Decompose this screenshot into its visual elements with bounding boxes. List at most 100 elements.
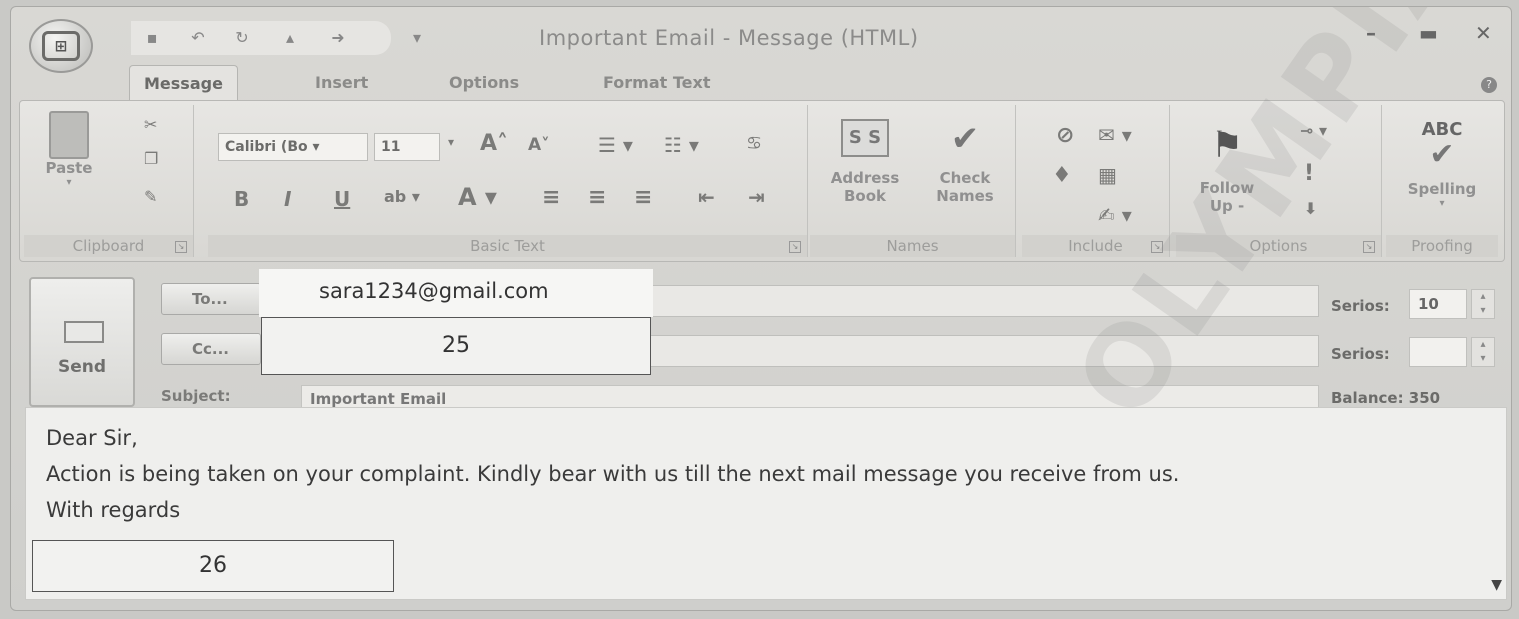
series-label-2: Serios:: [1331, 345, 1390, 363]
balance-label: Balance: 350: [1331, 389, 1441, 407]
calendar-icon[interactable]: ▦: [1098, 163, 1117, 187]
names-group: S S Address Book ✔ Check Names Names: [810, 105, 1016, 257]
copy-icon[interactable]: ❐: [144, 149, 158, 168]
font-size-value: 11: [381, 139, 401, 155]
previous-icon[interactable]: ▴: [279, 28, 301, 48]
flag-icon: ⚑: [1210, 125, 1244, 166]
series-box-2[interactable]: [1409, 337, 1467, 367]
bold-button[interactable]: B: [234, 187, 249, 211]
highlight-icon[interactable]: ab ▾: [384, 187, 420, 206]
help-icon[interactable]: ?: [1481, 77, 1497, 93]
clipboard-launcher-icon[interactable]: ↘: [175, 241, 187, 253]
address-book-icon: S S: [841, 119, 889, 157]
paste-button[interactable]: Paste ▾: [34, 111, 104, 188]
basic-text-label-text: Basic Text: [470, 237, 545, 255]
names-label-text: Names: [886, 237, 939, 255]
message-window: ⊞ ▪ ↶ ↻ ▴ ➜ ▾ Important Email - Message …: [10, 6, 1512, 611]
align-center-icon[interactable]: ≡: [588, 185, 606, 210]
tab-options[interactable]: Options: [435, 65, 533, 101]
cut-icon[interactable]: ✂: [144, 115, 157, 134]
cc-answer-box[interactable]: 25: [261, 317, 651, 375]
decrease-indent-icon[interactable]: ⇤: [698, 185, 715, 209]
font-size-dropdown-icon[interactable]: ▾: [448, 135, 454, 149]
undo-icon[interactable]: ↶: [187, 28, 209, 48]
tab-format-text[interactable]: Format Text: [589, 65, 724, 101]
maximize-button[interactable]: ▬: [1419, 21, 1438, 45]
chevron-down-icon: ▾: [66, 177, 72, 188]
signature-icon[interactable]: ✍ ▾: [1098, 203, 1132, 227]
address-book-label-1: Address: [830, 169, 900, 187]
follow-up-label-2: Up -: [1209, 197, 1245, 215]
permission-icon[interactable]: ⊸ ▾: [1300, 121, 1327, 140]
series-spinner-1[interactable]: ▴ ▾: [1471, 289, 1495, 319]
basic-text-launcher-icon[interactable]: ↘: [789, 241, 801, 253]
follow-up-button[interactable]: ⚑ Follow Up -: [1182, 125, 1272, 215]
options-group-label: Options: [1176, 235, 1381, 257]
series-spinner-2[interactable]: ▴ ▾: [1471, 337, 1495, 367]
series-box-1[interactable]: 10: [1409, 289, 1467, 319]
include-launcher-icon[interactable]: ↘: [1151, 241, 1163, 253]
spelling-label: Spelling: [1407, 180, 1477, 198]
basic-text-group-label: Basic Text: [208, 235, 807, 257]
send-button[interactable]: Send: [29, 277, 135, 407]
follow-up-label-1: Follow: [1199, 179, 1255, 197]
format-painter-icon[interactable]: ✎: [144, 187, 157, 206]
options-launcher-icon[interactable]: ↘: [1363, 241, 1375, 253]
to-button[interactable]: To...: [161, 283, 261, 315]
high-importance-icon[interactable]: !: [1304, 161, 1314, 186]
office-button[interactable]: ⊞: [29, 19, 93, 73]
align-right-icon[interactable]: ≡: [634, 185, 652, 210]
attach-item-icon[interactable]: ✉ ▾: [1098, 123, 1132, 147]
include-group-label: Include: [1022, 235, 1169, 257]
tab-insert[interactable]: Insert: [301, 65, 382, 101]
send-label: Send: [57, 357, 107, 377]
ribbon: Paste ▾ ✂ ❐ ✎ Clipboard ↘ Calibri (Bo ▾ …: [19, 100, 1505, 262]
underline-button[interactable]: U: [334, 187, 350, 211]
clipboard-icon: [49, 111, 89, 159]
customize-qat-icon[interactable]: ▾: [406, 28, 428, 48]
redo-icon[interactable]: ↻: [231, 28, 253, 48]
clear-formatting-icon[interactable]: ♋: [746, 133, 762, 154]
font-color-icon[interactable]: A ▾: [458, 183, 497, 211]
message-body[interactable]: Dear Sir, Action is being taken on your …: [25, 407, 1507, 600]
clipboard-label-text: Clipboard: [72, 237, 145, 255]
business-card-icon[interactable]: ♦: [1052, 163, 1072, 188]
bullets-icon[interactable]: ☰ ▾: [598, 133, 633, 157]
tab-message[interactable]: Message: [129, 65, 238, 101]
address-book-button[interactable]: S S Address Book: [820, 119, 910, 205]
send-envelope-icon: [64, 321, 104, 343]
quick-access-toolbar: ▪ ↶ ↻ ▴ ➜: [131, 21, 391, 55]
spelling-button[interactable]: ABC ✔ Spelling ▾: [1392, 119, 1492, 209]
include-label-text: Include: [1068, 237, 1123, 255]
save-icon[interactable]: ▪: [141, 28, 163, 48]
to-value: sara1234@gmail.com: [319, 279, 549, 303]
check-names-button[interactable]: ✔ Check Names: [920, 119, 1010, 205]
names-group-label: Names: [810, 235, 1015, 257]
body-answer-box[interactable]: 26: [32, 540, 394, 592]
shrink-font-button[interactable]: A˅: [528, 135, 550, 155]
increase-indent-icon[interactable]: ⇥: [748, 185, 765, 209]
proofing-group-label: Proofing: [1386, 235, 1498, 257]
to-overlay: sara1234@gmail.com: [259, 269, 653, 317]
chevron-down-icon: ▾: [1439, 198, 1445, 209]
close-button[interactable]: ✕: [1475, 21, 1492, 45]
check-names-label-2: Names: [936, 187, 994, 205]
proofing-group: ABC ✔ Spelling ▾ Proofing: [1386, 105, 1498, 257]
include-group: ⊘ ✉ ▾ ♦ ▦ ✍ ▾ Include ↘: [1022, 105, 1170, 257]
font-name-select[interactable]: Calibri (Bo ▾: [218, 133, 368, 161]
attach-file-icon[interactable]: ⊘: [1056, 123, 1074, 148]
check-names-label-1: Check: [939, 169, 991, 187]
numbering-icon[interactable]: ☷ ▾: [664, 133, 699, 157]
next-icon[interactable]: ➜: [327, 28, 349, 48]
cc-button[interactable]: Cc...: [161, 333, 261, 365]
options-label-text: Options: [1249, 237, 1308, 255]
minimize-button[interactable]: –: [1366, 21, 1376, 45]
font-size-select[interactable]: 11: [374, 133, 440, 161]
scroll-down-icon[interactable]: ▼: [1491, 577, 1502, 593]
spelling-check-icon: ✔: [1429, 137, 1455, 172]
low-importance-icon[interactable]: ⬇: [1304, 199, 1317, 218]
italic-button[interactable]: I: [284, 187, 291, 211]
check-names-icon: ✔: [950, 119, 980, 159]
align-left-icon[interactable]: ≡: [542, 185, 560, 210]
grow-font-button[interactable]: A˄: [480, 131, 508, 156]
